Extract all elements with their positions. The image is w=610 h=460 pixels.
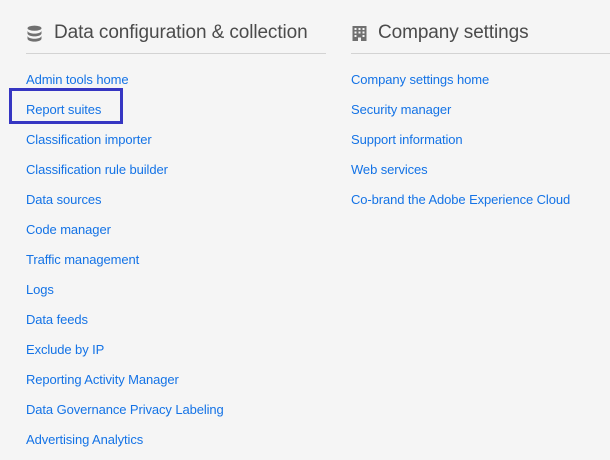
data-configuration-header: Data configuration & collection — [26, 19, 308, 47]
link-exclude-by-ip[interactable]: Exclude by IP — [26, 342, 104, 357]
link-security-manager[interactable]: Security manager — [351, 102, 451, 117]
list-item: Exclude by IP — [26, 340, 224, 370]
section-divider — [26, 53, 326, 54]
list-item: Logs — [26, 280, 224, 310]
database-icon — [26, 25, 43, 42]
data-configuration-links: Admin tools home Report suites Classific… — [26, 70, 224, 460]
link-code-manager[interactable]: Code manager — [26, 222, 111, 237]
list-item: Co-brand the Adobe Experience Cloud — [351, 190, 570, 220]
link-classification-rule-builder[interactable]: Classification rule builder — [26, 162, 168, 177]
list-item: Classification importer — [26, 130, 224, 160]
section-title: Data configuration & collection — [54, 22, 308, 43]
list-item: Data feeds — [26, 310, 224, 340]
link-traffic-management[interactable]: Traffic management — [26, 252, 139, 267]
link-data-feeds[interactable]: Data feeds — [26, 312, 88, 327]
list-item: Support information — [351, 130, 570, 160]
section-divider — [351, 53, 610, 54]
link-data-governance-privacy-labeling[interactable]: Data Governance Privacy Labeling — [26, 402, 224, 417]
list-item: Classification rule builder — [26, 160, 224, 190]
list-item: Advertising Analytics — [26, 430, 224, 460]
company-settings-header: Company settings — [351, 19, 529, 47]
section-title: Company settings — [378, 22, 529, 43]
link-support-information[interactable]: Support information — [351, 132, 463, 147]
list-item: Reporting Activity Manager — [26, 370, 224, 400]
link-classification-importer[interactable]: Classification importer — [26, 132, 152, 147]
company-settings-links: Company settings home Security manager S… — [351, 70, 570, 220]
link-advertising-analytics[interactable]: Advertising Analytics — [26, 432, 143, 447]
list-item: Web services — [351, 160, 570, 190]
link-data-sources[interactable]: Data sources — [26, 192, 102, 207]
link-reporting-activity-manager[interactable]: Reporting Activity Manager — [26, 372, 179, 387]
highlight-box — [9, 88, 123, 124]
link-co-brand-adobe-experience-cloud[interactable]: Co-brand the Adobe Experience Cloud — [351, 192, 570, 207]
list-item: Company settings home — [351, 70, 570, 100]
link-company-settings-home[interactable]: Company settings home — [351, 72, 489, 87]
link-web-services[interactable]: Web services — [351, 162, 428, 177]
list-item: Data Governance Privacy Labeling — [26, 400, 224, 430]
link-admin-tools-home[interactable]: Admin tools home — [26, 72, 129, 87]
list-item: Data sources — [26, 190, 224, 220]
link-logs[interactable]: Logs — [26, 282, 54, 297]
list-item: Security manager — [351, 100, 570, 130]
list-item: Code manager — [26, 220, 224, 250]
list-item: Traffic management — [26, 250, 224, 280]
building-icon — [351, 25, 368, 42]
